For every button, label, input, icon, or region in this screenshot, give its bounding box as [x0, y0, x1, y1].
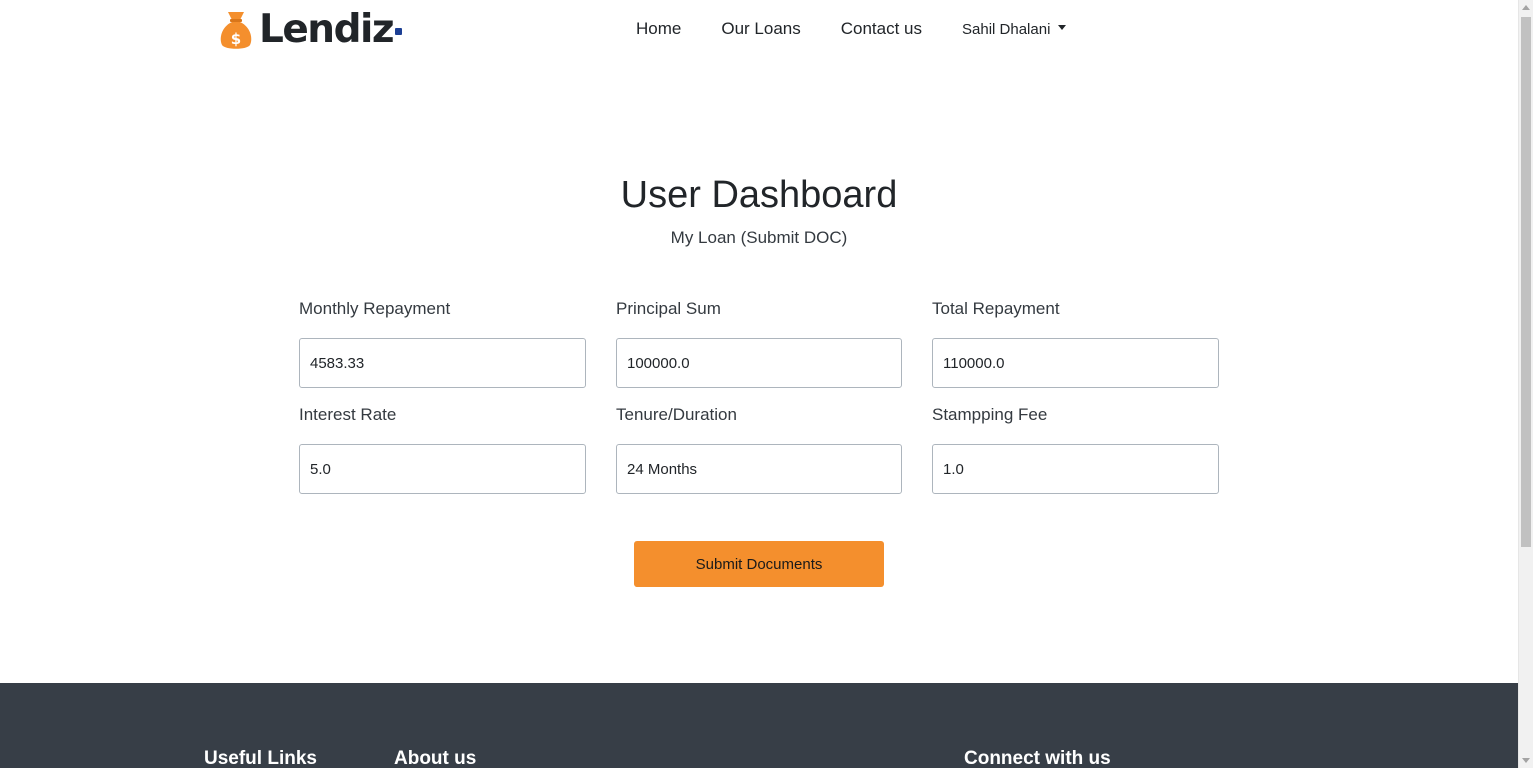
- footer-useful-links-heading: Useful Links: [204, 748, 317, 768]
- money-bag-icon: $: [220, 12, 252, 49]
- submit-documents-button[interactable]: Submit Documents: [634, 541, 884, 587]
- scroll-up-arrow-icon[interactable]: [1522, 5, 1530, 10]
- interest-rate-input[interactable]: [299, 444, 586, 494]
- footer: Useful Links About us Connect with us: [0, 683, 1518, 768]
- stamping-fee-label: Stampping Fee: [932, 405, 1048, 424]
- tenure-input[interactable]: [616, 444, 902, 494]
- total-repayment-label: Total Repayment: [932, 299, 1060, 318]
- brand-logo[interactable]: $ Lendiz: [219, 7, 403, 52]
- principal-sum-label: Principal Sum: [616, 299, 721, 318]
- nav-home-link[interactable]: Home: [636, 19, 681, 39]
- nav-contact-link[interactable]: Contact us: [841, 19, 922, 39]
- total-repayment-input[interactable]: [932, 338, 1219, 388]
- monthly-repayment-input[interactable]: [299, 338, 586, 388]
- tenure-label: Tenure/Duration: [616, 405, 737, 424]
- monthly-repayment-label: Monthly Repayment: [299, 299, 451, 318]
- principal-sum-input[interactable]: [616, 338, 902, 388]
- user-menu-dropdown[interactable]: Sahil Dhalani: [962, 20, 1067, 38]
- page-title: User Dashboard: [620, 174, 898, 216]
- page: $ Lendiz Home Our Loans Contact us Sahil…: [0, 0, 1518, 768]
- stamping-fee-input[interactable]: [932, 444, 1219, 494]
- caret-down-icon: [1058, 24, 1067, 30]
- interest-rate-label: Interest Rate: [299, 405, 397, 424]
- footer-connect-heading: Connect with us: [964, 748, 1111, 768]
- footer-about-us-heading: About us: [394, 748, 477, 768]
- brand-dot: [395, 27, 403, 35]
- vertical-scrollbar[interactable]: [1518, 0, 1533, 768]
- page-subtitle: My Loan (Submit DOC): [670, 228, 848, 247]
- brand-name: Lendiz: [259, 7, 395, 52]
- svg-text:$: $: [231, 30, 241, 48]
- user-name: Sahil Dhalani: [962, 20, 1051, 38]
- nav-our-loans-link[interactable]: Our Loans: [721, 19, 800, 39]
- main-nav: Home Our Loans Contact us Sahil Dhalani: [636, 18, 1067, 40]
- scrollbar-thumb[interactable]: [1521, 17, 1531, 547]
- scroll-down-arrow-icon[interactable]: [1522, 758, 1530, 763]
